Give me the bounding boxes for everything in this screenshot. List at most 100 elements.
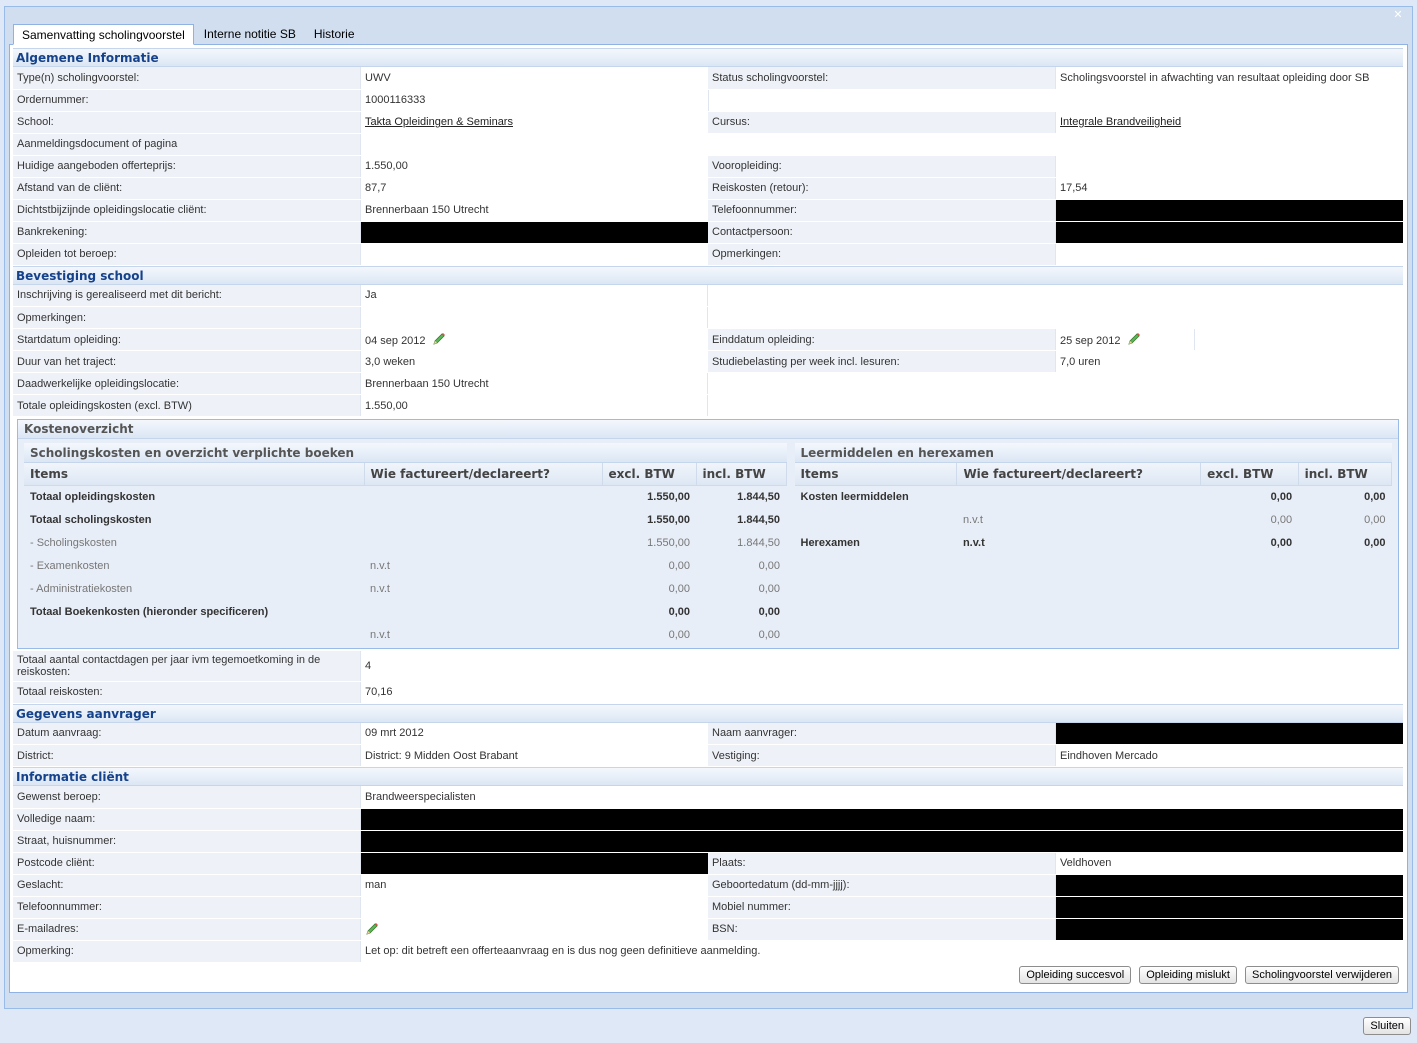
pencil-edit-icon[interactable] [365,922,379,936]
close-icon[interactable]: ✕ [1392,9,1404,21]
cell-excl: 0,00 [1270,490,1293,503]
col-header-incl: incl. BTW [696,463,787,486]
cell-wie [957,485,1201,508]
duur-label: Duur van het traject: [13,350,361,373]
empty-cell [707,89,1403,112]
beroep-label: Opleiden tot beroep: [13,243,361,266]
totaal-kosten-label: Totale opleidingskosten (excl. BTW) [13,394,361,417]
opmerkingen-label: Opmerkingen: [708,243,1056,266]
empty-cell [707,306,1403,329]
cell-incl: 0,00 [758,605,780,618]
school-label: School: [13,111,361,134]
pencil-edit-icon[interactable] [432,332,446,346]
leermiddelen-title: Leermiddelen en herexamen [794,443,1392,463]
einddatum-value: 25 sep 2012 [1059,335,1121,347]
cell-wie [364,600,602,623]
offerte-value: 1.550,00 [360,155,708,178]
table-row: n.v.t 0,00 0,00 [24,623,786,646]
reiskosten-label: Reiskosten (retour): [708,177,1056,200]
type-label: Type(n) scholingvoorstel: [13,67,361,90]
bank-redacted [360,221,708,244]
tab-strip: Samenvatting scholingvoorstel Interne no… [9,23,1408,45]
cell-incl: 0,00 [1364,490,1386,503]
type-value: UWV [360,67,708,90]
district-label: District: [13,744,361,767]
kostenoverzicht-title: Kostenoverzicht [18,420,1398,439]
vestiging-label: Vestiging: [708,744,1056,767]
cell-incl: 0,00 [758,559,780,572]
startdatum-value: 04 sep 2012 [364,335,426,347]
order-label: Ordernummer: [13,89,361,112]
table-row: - Scholingskosten 1.550,00 1.844,50 [24,531,786,554]
cell-item: Kosten leermiddelen [800,490,909,503]
pencil-edit-icon[interactable] [1127,332,1141,346]
opleiding-mislukt-button[interactable]: Opleiding mislukt [1139,966,1237,984]
status-label: Status scholingvoorstel: [708,67,1056,90]
cell-excl: 0,00 [1270,513,1293,526]
bsn-label: BSN: [707,918,1056,941]
tab-interne-notitie[interactable]: Interne notitie SB [196,24,304,45]
gewenst-beroep-value: Brandweerspecialisten [359,786,1403,809]
cell-wie: n.v.t [962,536,985,549]
email-label: E-mailadres: [13,918,361,941]
order-value: 1000116333 [360,89,708,112]
telefoon-redacted [1055,199,1403,222]
opmerking-label: Opmerking: [13,940,361,963]
scholingvoorstel-verwijderen-button[interactable]: Scholingvoorstel verwijderen [1244,966,1399,984]
empty-cell [707,394,1403,417]
school-link[interactable]: Takta Opleidingen & Seminars [365,116,513,128]
locatie-value: Brennerbaan 150 Utrecht [360,199,708,222]
client-telefoon-value [359,896,708,919]
sluiten-button[interactable]: Sluiten [1363,1017,1411,1035]
afstand-value: 87,7 [360,177,708,200]
cell-wie: n.v.t [370,559,390,572]
table-row: Totaal Boekenkosten (hieronder specifice… [24,600,786,623]
leermiddelen-panel: Leermiddelen en herexamen Items Wie fact… [794,443,1393,646]
cell-wie: n.v.t [370,628,390,641]
einddatum-label: Einddatum opleiding: [707,328,1056,351]
window-titlebar: ✕ [9,9,1408,23]
cursus-link[interactable]: Integrale Brandveiligheid [1060,116,1181,128]
opleiding-succesvol-button[interactable]: Opleiding succesvol [1019,966,1132,984]
table-row: Totaal opleidingskosten 1.550,00 1.844,50 [24,485,786,508]
bsn-redacted [1054,918,1403,941]
dialog-window: ✕ Samenvatting scholingvoorstel Interne … [4,6,1413,1009]
scholingskosten-title: Scholingskosten en overzicht verplichte … [24,443,787,463]
volledige-naam-redacted [359,808,1403,831]
cursus-label: Cursus: [708,111,1056,134]
vooropleiding-label: Vooropleiding: [708,155,1056,178]
tab-samenvatting[interactable]: Samenvatting scholingvoorstel [13,24,194,45]
straat-label: Straat, huisnummer: [13,830,361,853]
geslacht-value: man [359,874,708,897]
datum-aanvraag-label: Datum aanvraag: [13,722,361,745]
daadwerkelijk-label: Daadwerkelijke opleidingslocatie: [13,372,361,395]
cell-incl: 0,00 [1364,536,1386,549]
table-row: Kosten leermiddelen 0,00 0,00 [795,485,1392,508]
tab-historie[interactable]: Historie [306,24,363,45]
cell-wie: n.v.t [370,582,390,595]
contactdagen-value: 4 [360,651,1403,682]
empty-cell [1194,328,1403,351]
cell-item [795,508,957,531]
volledige-naam-label: Volledige naam: [13,808,361,831]
studie-label: Studiebelasting per week incl. lesuren: [707,350,1056,373]
cell-item [24,623,364,646]
email-cell [359,918,708,941]
cell-incl: 1.844,50 [737,513,780,526]
district-value: District: 9 Midden Oost Brabant [360,744,708,767]
straat-redacted [359,830,1403,853]
client-telefoon-label: Telefoonnummer: [13,896,361,919]
section-gegevens-aanvrager: Gegevens aanvrager [13,703,1403,723]
mobiel-label: Mobiel nummer: [707,896,1056,919]
cell-wie [364,508,602,531]
client-table: Gewenst beroep: Brandweerspecialisten Vo… [13,786,1403,963]
reiskosten-value: 17,54 [1055,177,1403,200]
geslacht-label: Geslacht: [13,874,361,897]
afstand-label: Afstand van de cliënt: [13,177,361,200]
contactdagen-label: Totaal aantal contactdagen per jaar ivm … [13,651,361,682]
scholingskosten-panel: Scholingskosten en overzicht verplichte … [24,443,787,646]
table-row: n.v.t 0,00 0,00 [795,508,1392,531]
col-header-items: Items [794,463,958,486]
kostenoverzicht: Kostenoverzicht Scholingskosten en overz… [17,419,1399,649]
section-informatie-client: Informatie cliënt [13,767,1403,786]
